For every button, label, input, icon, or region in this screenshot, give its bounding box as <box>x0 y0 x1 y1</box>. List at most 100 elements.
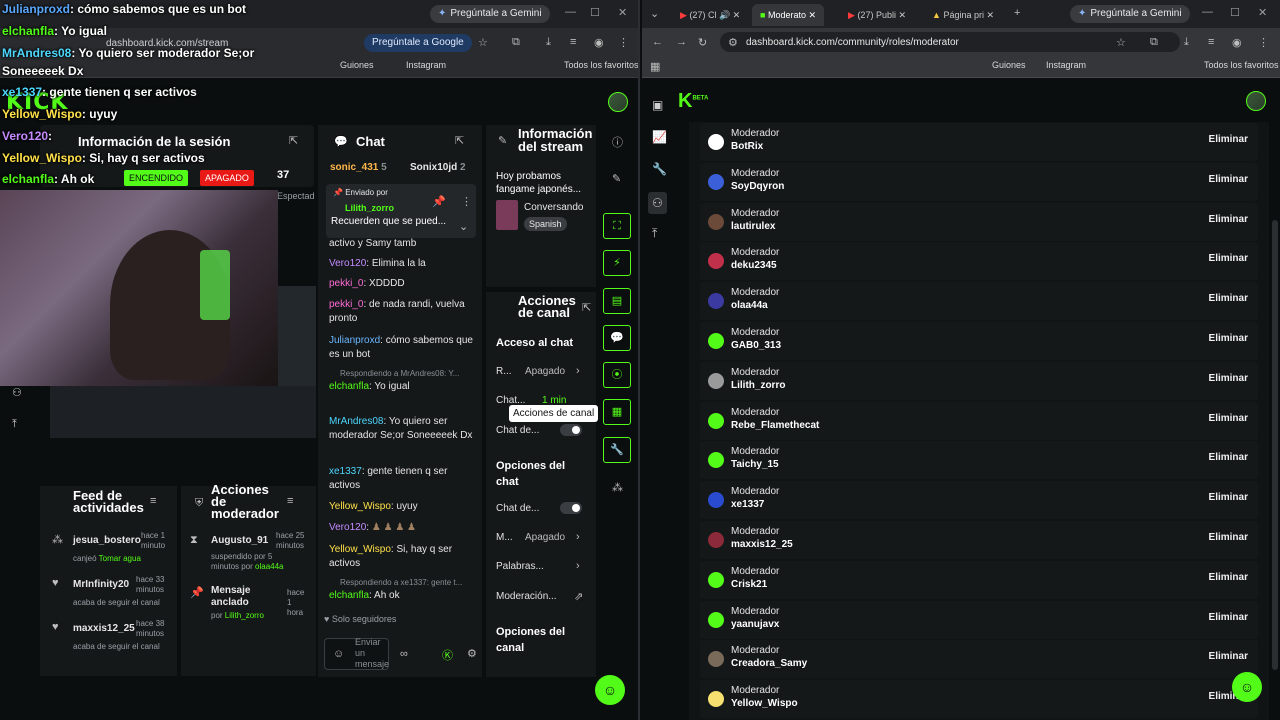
back-icon[interactable]: ← <box>652 36 663 48</box>
upload-icon[interactable]: ⤒ <box>12 418 17 431</box>
chevron-right-icon[interactable]: › <box>576 560 580 572</box>
category-name[interactable]: Conversando <box>524 202 583 213</box>
more-dots-icon[interactable]: ⁂ <box>612 481 623 494</box>
moderator-name[interactable]: olaa44a <box>731 300 768 311</box>
all-favorites[interactable]: Todos los favoritos <box>564 60 638 70</box>
edit-icon[interactable]: ✎ <box>498 134 507 147</box>
pinned-menu-icon[interactable]: ⋮ <box>461 195 472 208</box>
chat-user[interactable]: MrAndres08 <box>329 416 383 427</box>
remove-moderator-button[interactable]: Eliminar <box>1209 612 1248 623</box>
mod-action-user[interactable]: Mensaje anclado <box>211 585 271 609</box>
chat-user[interactable]: elchanfla <box>329 590 369 601</box>
moderator-name[interactable]: deku2345 <box>731 260 777 271</box>
user-avatar[interactable] <box>1246 91 1266 111</box>
chat-tool-button[interactable]: 💬 <box>603 325 631 351</box>
moderator-name[interactable]: Creadora_Samy <box>731 658 807 669</box>
on-button[interactable]: ENCENDIDO <box>124 170 189 186</box>
remove-moderator-button[interactable]: Eliminar <box>1209 214 1248 225</box>
emoji-icon[interactable]: ☺ <box>333 648 344 660</box>
chat-user[interactable]: Vero120 <box>329 522 366 533</box>
external-link-icon[interactable]: ⇗ <box>574 590 583 603</box>
remove-moderator-button[interactable]: Eliminar <box>1209 174 1248 185</box>
tab-moderators[interactable]: ■ Moderato ✕ <box>752 4 825 26</box>
users-icon[interactable]: ⚇ <box>12 386 22 399</box>
close-icon[interactable]: ✕ <box>1258 6 1267 19</box>
star-icon[interactable]: ☆ <box>1116 36 1126 49</box>
profile-icon[interactable]: ◉ <box>1232 36 1242 49</box>
chat-popout-icon[interactable]: ⇱ <box>455 134 464 147</box>
channel-actions-button[interactable]: ▦ <box>603 399 631 425</box>
moderator-name[interactable]: BotRix <box>731 141 763 152</box>
moderator-name[interactable]: GAB0_313 <box>731 340 781 351</box>
chat-user[interactable]: Julianproxd <box>329 335 380 346</box>
kick-k-icon[interactable]: Ⓚ <box>442 647 453 663</box>
chat-user[interactable]: Vero120 <box>329 258 366 269</box>
popout-icon[interactable]: ⇱ <box>289 134 298 147</box>
support-fab[interactable]: ☺ <box>1232 672 1262 702</box>
pinned-user[interactable]: Lilith_zorro <box>345 203 394 213</box>
filter-icon[interactable]: ≡ <box>287 495 293 507</box>
mod-action-user[interactable]: Augusto_91 <box>211 535 268 546</box>
support-fab[interactable]: ☺ <box>595 675 625 705</box>
moderator-name[interactable]: Yellow_Wispo <box>731 698 798 709</box>
tools-button[interactable]: 🔧 <box>603 437 631 463</box>
chevron-right-icon[interactable]: › <box>576 365 580 377</box>
chat-options-row-2[interactable]: M... <box>496 532 513 543</box>
community-icon[interactable]: ⚇ <box>648 192 667 214</box>
moderator-name[interactable]: Taichy_15 <box>731 459 779 470</box>
bookmark-instagram[interactable]: Instagram <box>406 60 446 70</box>
remove-moderator-button[interactable]: Eliminar <box>1209 492 1248 503</box>
moderator-name[interactable]: Crisk21 <box>731 579 767 590</box>
new-tab-icon[interactable]: + <box>1014 7 1020 19</box>
info-icon[interactable]: ⓘ <box>612 134 623 150</box>
remove-moderator-button[interactable]: Eliminar <box>1209 413 1248 424</box>
download-icon[interactable]: ⤓ <box>1184 36 1189 49</box>
tab-drive[interactable]: ▲ Página pri ✕ <box>924 4 1002 26</box>
chat-access-row-3[interactable]: Chat de... <box>496 425 539 436</box>
chat-user[interactable]: pekki_0 <box>329 299 363 310</box>
playlist-icon[interactable]: ≡ <box>570 36 576 48</box>
scrollbar[interactable] <box>1272 220 1278 670</box>
minimize-icon[interactable]: — <box>565 6 576 18</box>
minimize-icon[interactable]: — <box>1202 6 1213 18</box>
moderator-name[interactable]: xe1337 <box>731 499 764 510</box>
moderator-name[interactable]: Lilith_zorro <box>731 380 785 391</box>
remove-moderator-button[interactable]: Eliminar <box>1209 134 1248 145</box>
remove-moderator-button[interactable]: Eliminar <box>1209 532 1248 543</box>
remove-moderator-button[interactable]: Eliminar <box>1209 452 1248 463</box>
chevron-down-icon[interactable]: ⌄ <box>459 220 468 233</box>
extensions-icon[interactable]: ⧉ <box>1150 36 1158 49</box>
moderator-name[interactable]: yaanujavx <box>731 619 779 630</box>
chat-options-toggle-1[interactable] <box>560 502 582 514</box>
analytics-icon[interactable]: 📈 <box>652 130 667 144</box>
chevron-right-icon[interactable]: › <box>576 531 580 543</box>
star-icon[interactable]: ☆ <box>478 36 488 49</box>
feed-user[interactable]: maxxis12_25 <box>73 623 135 634</box>
chat-options-row-3[interactable]: Palabras... <box>496 561 544 572</box>
chat-options-row-4[interactable]: Moderación... <box>496 591 557 602</box>
remove-moderator-button[interactable]: Eliminar <box>1209 373 1248 384</box>
reload-icon[interactable]: ↻ <box>698 36 707 49</box>
gemini-button[interactable]: ✦ Pregúntale a Gemini <box>1070 5 1190 23</box>
moderator-name[interactable]: SoyDqyron <box>731 181 784 192</box>
top-user-2[interactable]: Sonix10jd 2 <box>410 162 466 173</box>
gemini-button[interactable]: ✦ Pregúntale a Gemini <box>430 5 550 23</box>
bookmark-instagram[interactable]: Instagram <box>1046 60 1086 70</box>
bookmark-guiones[interactable]: Guiones <box>340 60 374 70</box>
clip-button[interactable]: ⛶ <box>603 213 631 239</box>
chat-options-row-1[interactable]: Chat de... <box>496 503 539 514</box>
feed-user[interactable]: MrInfinity20 <box>73 579 129 590</box>
notes-button[interactable]: ▤ <box>603 288 631 314</box>
site-info-icon[interactable]: ⚙ <box>728 36 738 49</box>
tab-list-icon[interactable]: ⌄ <box>650 7 659 20</box>
remove-moderator-button[interactable]: Eliminar <box>1209 253 1248 264</box>
filter-icon[interactable]: ≡ <box>150 495 156 507</box>
url-text[interactable]: dashboard.kick.com/community/roles/moder… <box>746 37 959 48</box>
maximize-icon[interactable]: ☐ <box>1230 6 1240 19</box>
tab-publish[interactable]: ▶ (27) Publi ✕ <box>840 4 914 26</box>
bookmark-guiones[interactable]: Guiones <box>992 60 1026 70</box>
remove-moderator-button[interactable]: Eliminar <box>1209 333 1248 344</box>
playlist-icon[interactable]: ≡ <box>1208 36 1214 48</box>
top-user-1[interactable]: sonic_431 5 <box>330 162 387 173</box>
close-icon[interactable]: ✕ <box>618 6 627 19</box>
